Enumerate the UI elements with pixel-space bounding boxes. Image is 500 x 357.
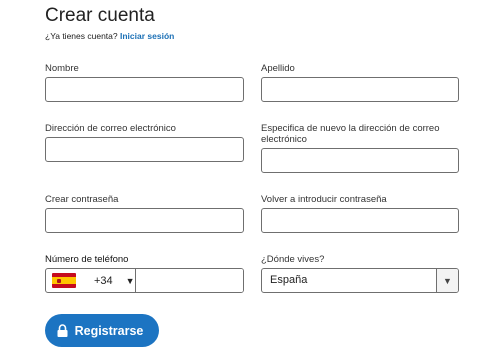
phone-label: Número de teléfono [45, 254, 129, 265]
password-field[interactable] [45, 208, 244, 233]
email-label: Dirección de correo electrónico [45, 123, 176, 134]
phone-field-group: +34 ▼ [45, 268, 244, 293]
first-name-label: Nombre [45, 63, 79, 74]
signin-prompt: ¿Ya tienes cuenta? Iniciar sesión [45, 31, 174, 41]
spain-flag-icon [52, 273, 76, 288]
dial-code: +34 [94, 274, 113, 287]
email-field[interactable] [45, 137, 244, 162]
password-confirm-label: Volver a introducir contraseña [261, 194, 387, 205]
password-confirm-field[interactable] [261, 208, 459, 233]
last-name-field[interactable] [261, 77, 459, 102]
email-confirm-label: Especifica de nuevo la dirección de corr… [261, 123, 440, 145]
dropdown-arrow-icon: ▼ [436, 269, 458, 292]
last-name-label: Apellido [261, 63, 295, 74]
country-code-dropdown[interactable]: +34 ▼ [46, 269, 136, 292]
email-confirm-field[interactable] [261, 148, 459, 173]
have-account-text: ¿Ya tienes cuenta? [45, 31, 118, 41]
country-selected-value: España [270, 274, 308, 286]
country-select[interactable]: España ▼ [261, 268, 459, 293]
phone-input[interactable] [135, 269, 243, 292]
password-label: Crear contraseña [45, 194, 119, 205]
chevron-down-icon: ▼ [125, 275, 135, 286]
page-title: Crear cuenta [45, 5, 155, 26]
country-label: ¿Dónde vives? [261, 254, 325, 265]
lock-icon [57, 324, 68, 337]
register-button[interactable]: Registrarse [45, 314, 159, 347]
first-name-field[interactable] [45, 77, 244, 102]
signin-link[interactable]: Iniciar sesión [120, 31, 174, 41]
register-label: Registrarse [74, 323, 144, 338]
